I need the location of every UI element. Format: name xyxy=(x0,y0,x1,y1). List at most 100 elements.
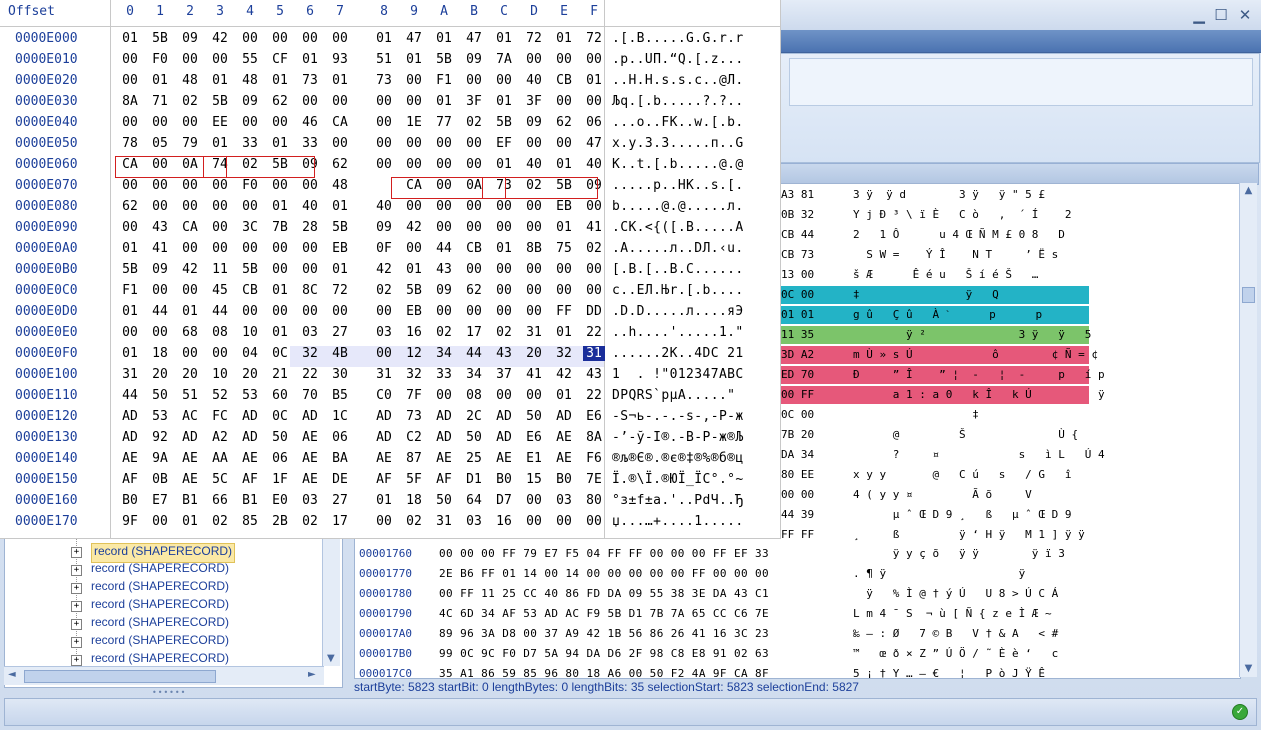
hex-byte[interactable]: 00 xyxy=(209,178,231,193)
hex-byte[interactable]: 5B xyxy=(493,115,515,130)
hex-byte[interactable]: 28 xyxy=(299,220,321,235)
hex-byte[interactable]: 00 xyxy=(299,31,321,46)
hex-row[interactable]: 0000E0B0 5B 09 42 11 5B 00 00 01 42 01 43 00 00 00 00 00… xyxy=(0,262,780,283)
hex-byte[interactable]: 31 xyxy=(373,367,395,382)
hex-byte[interactable]: 62 xyxy=(553,115,575,130)
hex-byte[interactable]: 22 xyxy=(583,325,605,340)
hex-byte[interactable]: 00 xyxy=(373,136,395,151)
hex-row[interactable]: 0000E0A0 01 41 00 00 00 00 00 EB 0F 00 44 CB 01 8B 75 02… xyxy=(0,241,780,262)
hex-byte[interactable]: 73 xyxy=(299,73,321,88)
minimize-button[interactable]: ▁ xyxy=(1190,6,1208,24)
hex-row[interactable]: 0000E090 00 43 CA 00 3C 7B 28 5B 09 42 00 00 00 00 01 41… xyxy=(0,220,780,241)
hex-byte[interactable]: 50 xyxy=(523,409,545,424)
hex-byte[interactable]: 44 xyxy=(119,388,141,403)
hex-byte[interactable]: 02 xyxy=(583,241,605,256)
hex-byte[interactable]: AE xyxy=(179,451,201,466)
hex-byte[interactable]: 09 xyxy=(433,283,455,298)
hex-byte[interactable]: AE xyxy=(299,430,321,445)
hex-byte[interactable]: 1F xyxy=(269,472,291,487)
hex-byte[interactable]: 55 xyxy=(239,52,261,67)
hex-byte[interactable]: 71 xyxy=(149,94,171,109)
hex-byte[interactable]: 01 xyxy=(149,73,171,88)
hex-byte[interactable]: BA xyxy=(329,451,351,466)
hex-byte[interactable]: 00 xyxy=(493,304,515,319)
hex-byte[interactable]: AD xyxy=(239,409,261,424)
hex-byte[interactable]: 33 xyxy=(433,367,455,382)
hex-byte[interactable]: 27 xyxy=(329,325,351,340)
hex-byte[interactable]: 00 xyxy=(403,199,425,214)
hex-byte[interactable]: B0 xyxy=(493,472,515,487)
hex-byte[interactable]: 01 xyxy=(553,31,575,46)
hex-byte[interactable]: 00 xyxy=(523,283,545,298)
hex-byte[interactable]: 06 xyxy=(269,451,291,466)
hex-byte[interactable]: 02 xyxy=(493,325,515,340)
hex-byte[interactable]: 00 xyxy=(179,115,201,130)
hex-byte[interactable]: 02 xyxy=(373,283,395,298)
tree-item-shaperecord[interactable]: record (SHAPERECORD) xyxy=(91,579,229,597)
hex-row[interactable]: 0000E110 44 50 51 52 53 60 70 B5 C0 7F 00 08 00 00 01 22… xyxy=(0,388,780,409)
hex-byte[interactable]: 01 xyxy=(553,220,575,235)
hex-line[interactable]: 00001790 4C 6D 34 AF 53 AD AC F9 5B D1 7B… xyxy=(355,604,1235,624)
hex-row[interactable]: 0000E020 00 01 48 01 48 01 73 01 73 00 F1 00 00 40 CB 01… xyxy=(0,73,780,94)
hex-byte[interactable]: 70 xyxy=(299,388,321,403)
hex-byte[interactable]: CA xyxy=(329,115,351,130)
hex-byte[interactable]: 00 xyxy=(269,178,291,193)
hex-byte[interactable]: 5B xyxy=(149,31,171,46)
hex-byte[interactable]: EE xyxy=(209,115,231,130)
hex-byte[interactable]: 04 xyxy=(239,346,261,361)
hex-row[interactable]: 0000E010 00 F0 00 00 55 CF 01 93 51 01 5B 09 7A 00 00 00… xyxy=(0,52,780,73)
hex-byte[interactable]: AC xyxy=(179,409,201,424)
hex-byte[interactable]: 5B xyxy=(433,52,455,67)
hex-byte[interactable]: 00 xyxy=(523,388,545,403)
hex-byte[interactable]: 20 xyxy=(239,367,261,382)
hex-byte[interactable]: 00 xyxy=(433,388,455,403)
hex-byte[interactable]: 00 xyxy=(433,157,455,172)
hex-byte[interactable]: 00 xyxy=(403,157,425,172)
hex-byte[interactable]: 00 xyxy=(149,514,171,529)
hex-byte[interactable]: AE xyxy=(119,451,141,466)
tree-item-shaperecord[interactable]: record (SHAPERECORD) xyxy=(91,543,236,563)
hex-byte[interactable]: 43 xyxy=(433,262,455,277)
hex-byte[interactable]: 01 xyxy=(403,52,425,67)
hex-byte[interactable]: 3F xyxy=(463,94,485,109)
ascii-text[interactable]: ...о..FК..w.[.b. xyxy=(612,115,744,130)
hex-byte[interactable]: 25 xyxy=(463,451,485,466)
hex-byte[interactable]: 8A xyxy=(119,94,141,109)
hex-byte[interactable]: 00 xyxy=(119,325,141,340)
hex-byte[interactable]: EF xyxy=(493,136,515,151)
hex-byte[interactable]: 42 xyxy=(373,262,395,277)
hex-byte[interactable]: 00 xyxy=(493,283,515,298)
hex-byte[interactable]: 00 xyxy=(299,178,321,193)
hex-byte[interactable]: 01 xyxy=(493,94,515,109)
hex-byte[interactable]: AE xyxy=(553,430,575,445)
hex-row[interactable]: 0000E0C0 F1 00 00 45 CB 01 8C 72 02 5B 09 62 00 00 00 00… xyxy=(0,283,780,304)
hex-byte[interactable]: 06 xyxy=(583,115,605,130)
hex-row[interactable]: 0000E040 00 00 00 EE 00 00 46 CA 00 1E 77 02 5B 09 62 06… xyxy=(0,115,780,136)
hex-byte[interactable]: 03 xyxy=(553,493,575,508)
hex-byte[interactable]: 00 xyxy=(553,262,575,277)
hex-byte[interactable]: AD xyxy=(433,430,455,445)
hex-row[interactable]: 0000E130 AD 92 AD A2 AD 50 AE 06 AD C2 AD 50 AD E6 AE 8A… xyxy=(0,430,780,451)
hex-byte[interactable]: 72 xyxy=(329,283,351,298)
hex-byte[interactable]: 50 xyxy=(463,430,485,445)
hex-byte[interactable]: 00 xyxy=(373,304,395,319)
hex-byte[interactable]: 44 xyxy=(463,346,485,361)
hex-byte[interactable]: 00 xyxy=(269,304,291,319)
hex-byte[interactable]: 8B xyxy=(523,241,545,256)
hex-byte[interactable]: 00 xyxy=(403,241,425,256)
hex-row[interactable]: 0000E070 00 00 00 00 F0 00 00 48 CA 00 0A 73 02 5B 09..… xyxy=(0,178,780,199)
hex-byte[interactable]: 31 xyxy=(119,367,141,382)
hex-byte[interactable]: 00 xyxy=(179,199,201,214)
hex-byte[interactable]: 9F xyxy=(119,514,141,529)
hex-byte[interactable]: DD xyxy=(583,304,605,319)
close-button[interactable]: ✕ xyxy=(1236,6,1254,24)
hex-byte[interactable]: AD xyxy=(493,409,515,424)
hex-byte[interactable]: F6 xyxy=(583,451,605,466)
hex-byte[interactable]: 00 xyxy=(433,304,455,319)
hex-byte[interactable]: 00 xyxy=(119,115,141,130)
hex-byte[interactable]: 00 xyxy=(239,199,261,214)
hex-row[interactable]: 0000E0F0 01 18 00 00 04 0C 32 4B 00 12 34 44 43 20 32 31… xyxy=(15,346,743,367)
hex-byte[interactable]: 66 xyxy=(209,493,231,508)
ascii-text[interactable]: К..t.[.b.....@.@ xyxy=(612,157,744,172)
tree-item-shaperecord[interactable]: record (SHAPERECORD) xyxy=(91,597,229,615)
